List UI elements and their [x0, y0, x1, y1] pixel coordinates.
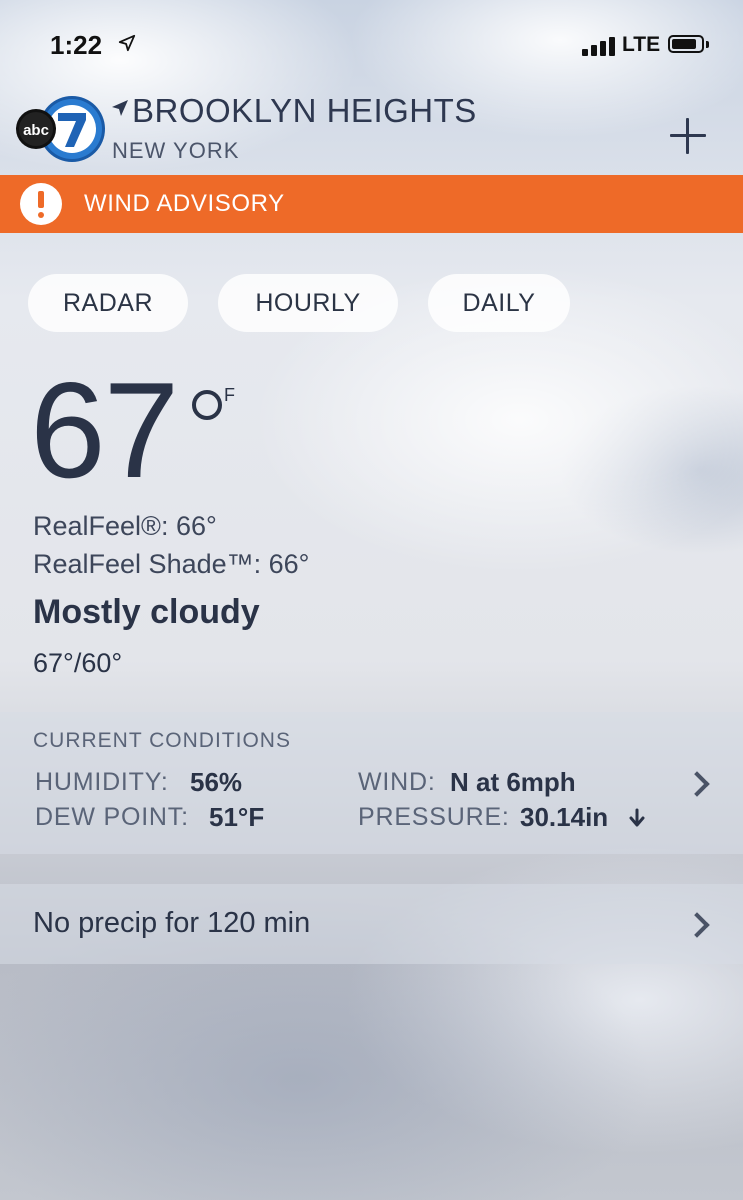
dew-point-value: 51°F	[209, 802, 265, 832]
alert-label: WIND ADVISORY	[84, 190, 285, 217]
pressure-label: PRESSURE:	[358, 803, 510, 831]
tab-daily[interactable]: DAILY	[428, 274, 570, 332]
battery-tip	[706, 41, 709, 48]
exclamation-icon	[20, 183, 62, 225]
tab-radar[interactable]: RADAR	[28, 274, 188, 332]
degree-symbol	[192, 390, 222, 420]
pressure-value: 30.14in	[520, 802, 609, 832]
signal-bars-icon	[582, 36, 615, 56]
location-arrow-icon	[118, 34, 136, 52]
svg-text:abc: abc	[23, 122, 49, 139]
current-conditions-title: CURRENT CONDITIONS	[33, 729, 291, 752]
realfeel-shade-value: RealFeel Shade™: 66°	[33, 549, 310, 579]
arrow-down-icon	[629, 808, 645, 827]
tab-hourly[interactable]: HOURLY	[218, 274, 398, 332]
wind-value: N at 6mph	[450, 767, 576, 797]
dew-point-label: DEW POINT:	[35, 803, 189, 831]
wind-label: WIND:	[358, 768, 436, 796]
location-arrow-icon	[112, 100, 128, 116]
city-name[interactable]: BROOKLYN HEIGHTS	[132, 92, 477, 130]
state-name: NEW YORK	[112, 138, 240, 163]
status-bar: 1:22 LTE	[0, 0, 743, 90]
battery-icon	[668, 35, 704, 53]
abc7-logo[interactable]: abc	[14, 95, 106, 165]
realfeel-value: RealFeel®: 66°	[33, 511, 217, 541]
condition-text: Mostly cloudy	[33, 593, 260, 631]
wind-advisory-banner[interactable]: WIND ADVISORY	[0, 175, 743, 233]
network-label: LTE	[622, 33, 661, 56]
humidity-label: HUMIDITY:	[35, 768, 169, 796]
high-low-temperature: 67°/60°	[33, 648, 123, 678]
temperature-unit: F	[224, 385, 235, 405]
precip-text: No precip for 120 min	[33, 907, 311, 939]
add-location-button[interactable]	[664, 112, 712, 160]
current-temperature: 67	[30, 354, 179, 506]
status-time: 1:22	[50, 30, 103, 60]
humidity-value: 56%	[190, 767, 243, 797]
